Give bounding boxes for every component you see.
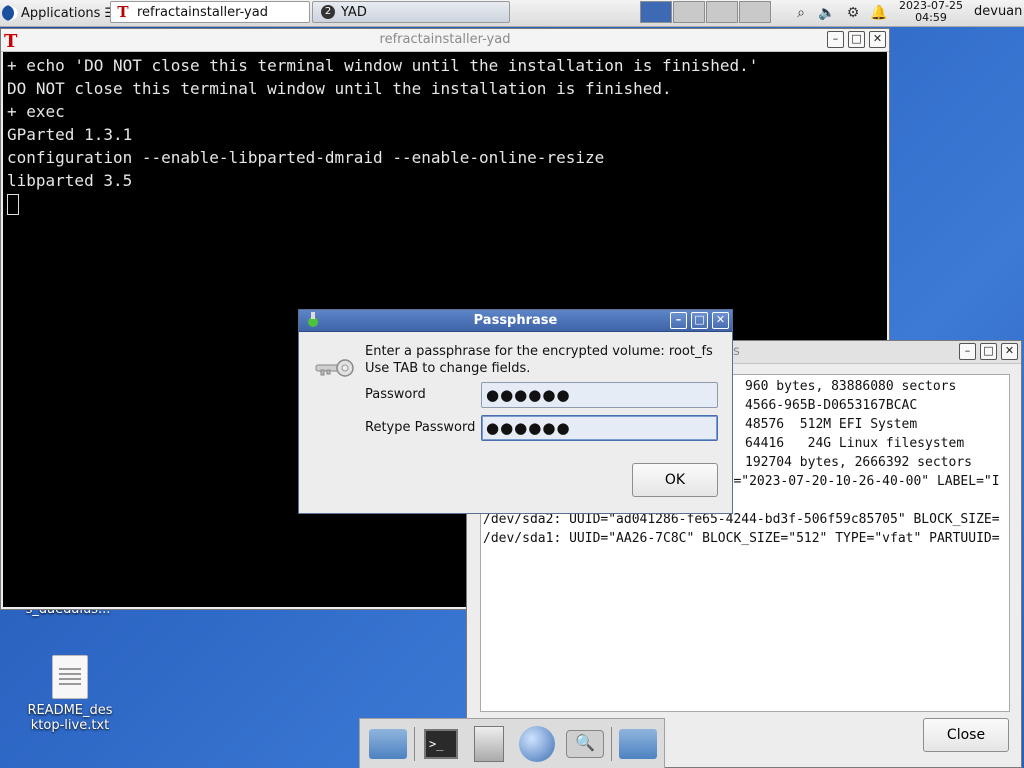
dock-home-folder[interactable] [367,724,409,764]
password-label: Password [365,387,426,402]
terminal-cursor [7,194,19,215]
workspace-pager [640,1,772,23]
dialog-message: Enter a passphrase for the encrypted vol… [365,343,713,377]
maximize-button[interactable]: □ [691,312,708,329]
applications-menu[interactable]: Applications ☰ [0,0,116,26]
dock-terminal[interactable]: >_ [420,724,462,764]
volume-icon[interactable]: 🔈 [814,3,840,23]
terminal-icon: >_ [424,728,458,759]
desktop-icon-readme[interactable]: README_des ktop-live.txt [20,655,120,733]
file-cabinet-icon [474,725,504,762]
desktop-icon-label-line1: README_des [27,703,113,718]
refracta-icon: T [4,31,18,52]
workspace-1[interactable] [640,1,672,23]
window-title: refractainstaller-yad [379,32,511,47]
window-title: s [733,344,740,359]
password-field[interactable]: ●●●●●● [481,382,718,408]
dialog-title: Passphrase [473,313,558,328]
dock-search-tool[interactable]: 🔍 [564,724,606,764]
dock-file-cabinet[interactable] [468,724,510,764]
maximize-button[interactable]: □ [980,343,997,360]
message-line: Enter a passphrase for the encrypted vol… [365,344,713,359]
terminal-line: configuration --enable-libparted-dmraid … [7,148,605,167]
close-button[interactable]: ✕ [1001,343,1018,360]
close-dialog-button[interactable]: Close [923,718,1009,752]
workspace-2[interactable] [673,1,705,23]
potion-app-icon [307,312,319,328]
search-tool-icon: 🔍 [566,729,604,758]
clock-time: 04:59 [915,11,947,24]
dock-web-browser[interactable] [516,724,558,764]
dock-folder[interactable] [617,724,659,764]
minimize-button[interactable]: – [959,343,976,360]
taskbar-item-refractainstaller[interactable]: T refractainstaller-yad [110,1,310,23]
key-icon [315,359,354,377]
message-line: Use TAB to change fields. [365,361,531,376]
passphrase-dialog: Passphrase – □ ✕ Enter a passphrase for … [298,309,733,514]
text-file-icon [52,655,88,699]
taskbar-label: YAD [341,4,367,20]
taskbar-item-yad[interactable]: 2 YAD [312,1,510,23]
minimize-button[interactable]: – [827,31,844,48]
maximize-button[interactable]: □ [848,31,865,48]
dialog-titlebar[interactable]: Passphrase – □ ✕ [299,310,732,332]
close-button[interactable]: ✕ [869,31,886,48]
dock-separator [611,726,612,761]
retype-password-label: Retype Password [365,420,476,435]
desktop-icon-label-line2: ktop-live.txt [30,718,110,733]
workspace-4[interactable] [739,1,771,23]
terminal-line: DO NOT close this terminal window until … [7,79,672,98]
home-folder-icon [369,728,407,759]
dock-separator [414,726,415,761]
applications-label: Applications [21,5,101,21]
terminal-line: libparted 3.5 [7,171,133,190]
folder-icon [619,728,657,759]
bell-icon[interactable]: 🔔 [866,3,892,23]
window-count-badge: 2 [321,5,335,19]
top-panel: Applications ☰ T refractainstaller-yad 2… [0,0,1024,27]
terminal-line: + echo 'DO NOT close this terminal windo… [7,56,759,75]
close-button[interactable]: ✕ [712,312,729,329]
retype-password-field[interactable]: ●●●●●● [481,415,718,441]
network-icon[interactable]: ⚙ [840,3,866,23]
minimize-button[interactable]: – [670,312,687,329]
clock[interactable]: 2023-07-25 04:59 [896,0,966,24]
ok-button[interactable]: OK [632,463,718,497]
search-icon[interactable]: ⌕ [788,3,814,23]
text-line: /dev/sda1: UUID="AA26-7C8C" BLOCK_SIZE="… [483,531,1000,546]
devuan-logo-icon [2,5,18,21]
workspace-3[interactable] [706,1,738,23]
terminal-line: GParted 1.3.1 [7,125,133,144]
web-browser-icon [519,725,555,762]
system-tray: ⌕ 🔈 ⚙ 🔔 [788,3,892,23]
dock: >_ 🔍 [359,718,665,768]
refracta-icon: T [117,3,129,21]
user-menu[interactable]: devuan [974,4,1022,19]
terminal-line: + exec [7,102,65,121]
terminal-titlebar[interactable]: T refractainstaller-yad – □ ✕ [1,29,889,52]
taskbar-label: refractainstaller-yad [137,4,268,20]
